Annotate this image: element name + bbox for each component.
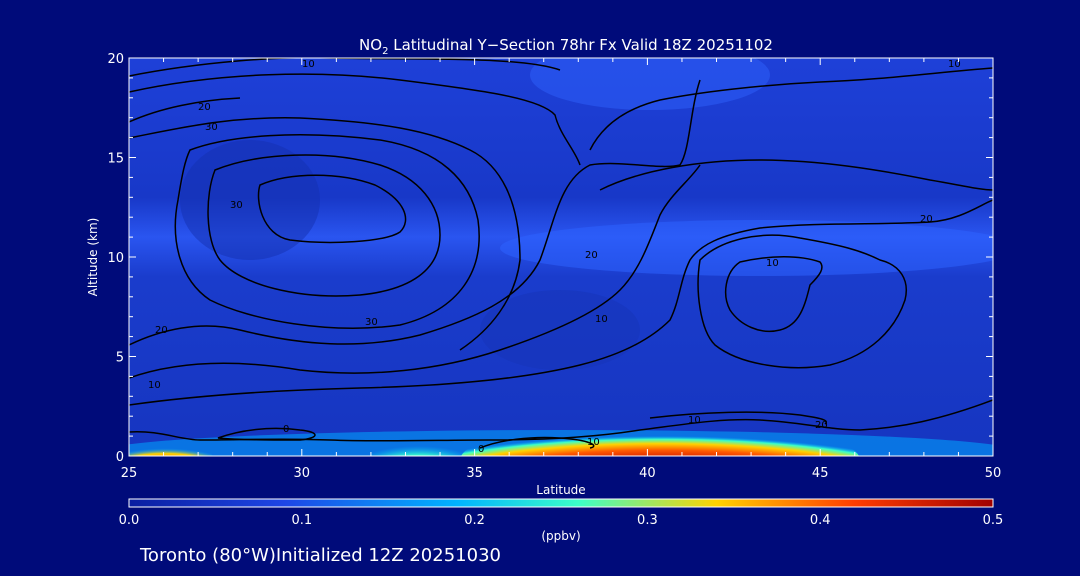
colorbar-tick-label: 0.4 (810, 513, 831, 528)
contour-label: 30 (365, 317, 378, 328)
lower-dark-patch (480, 290, 640, 370)
y-tick-label: 15 (107, 152, 124, 167)
x-tick-label: 50 (985, 466, 1002, 481)
colorbar-unit: (ppbv) (541, 529, 580, 543)
contour-label: 0 (283, 424, 289, 435)
hotspot-mid (370, 438, 466, 456)
x-tick-label: 30 (294, 466, 311, 481)
contour-label: 10 (302, 59, 315, 70)
y-tick-label: 5 (116, 351, 124, 366)
x-axis-label: Latitude (536, 483, 585, 497)
contour-label: 20 (155, 325, 168, 336)
contour-label: 10 (595, 314, 608, 325)
x-tick-label: 25 (121, 466, 138, 481)
contour-label: 20 (815, 420, 828, 431)
colorbar-tick-label: 0.1 (291, 513, 312, 528)
y-tick-label: 0 (116, 450, 124, 465)
location-label: Toronto (80°W) (139, 545, 276, 566)
contour-label: 30 (230, 200, 243, 211)
contour-label: 20 (920, 214, 933, 225)
contour-label: 10 (587, 437, 600, 448)
upper-dark-patch (180, 140, 320, 260)
footer-text: Toronto (80°W)Initialized 12Z 20251030 (139, 545, 501, 566)
contour-label: 10 (766, 258, 779, 269)
plot-area: 10 20 30 30 20 10 10 20 20 30 10 0 10 0 … (129, 58, 993, 456)
colorbar-ticks: 0.0 0.1 0.2 0.3 0.4 0.5 (119, 513, 1004, 528)
x-tick-label: 45 (812, 466, 829, 481)
y-axis-label: Altitude (km) (86, 218, 100, 297)
contour-label: 10 (688, 415, 701, 426)
x-tick-label: 40 (639, 466, 656, 481)
contour-label: 20 (585, 250, 598, 261)
contour-label: 20 (198, 102, 211, 113)
colorbar-tick-label: 0.2 (464, 513, 485, 528)
contour-label: 10 (148, 380, 161, 391)
x-tick-label: 35 (466, 466, 483, 481)
y-tick-label: 20 (107, 52, 124, 67)
colorbar (128, 498, 994, 508)
colorbar-tick-label: 0.0 (119, 513, 140, 528)
chart-title: NO2 Latitudinal Y−Section 78hr Fx Valid … (359, 36, 773, 57)
initialized-label: Initialized 12Z 20251030 (276, 545, 501, 566)
cross-section-chart: NO2 Latitudinal Y−Section 78hr Fx Valid … (86, 36, 1004, 566)
colorbar-tick-label: 0.5 (983, 513, 1004, 528)
hotspot-east (461, 420, 859, 456)
y-tick-label: 10 (107, 251, 124, 266)
contour-label: 30 (205, 122, 218, 133)
contour-label: 0 (478, 444, 484, 455)
colorbar-tick-label: 0.3 (637, 513, 658, 528)
